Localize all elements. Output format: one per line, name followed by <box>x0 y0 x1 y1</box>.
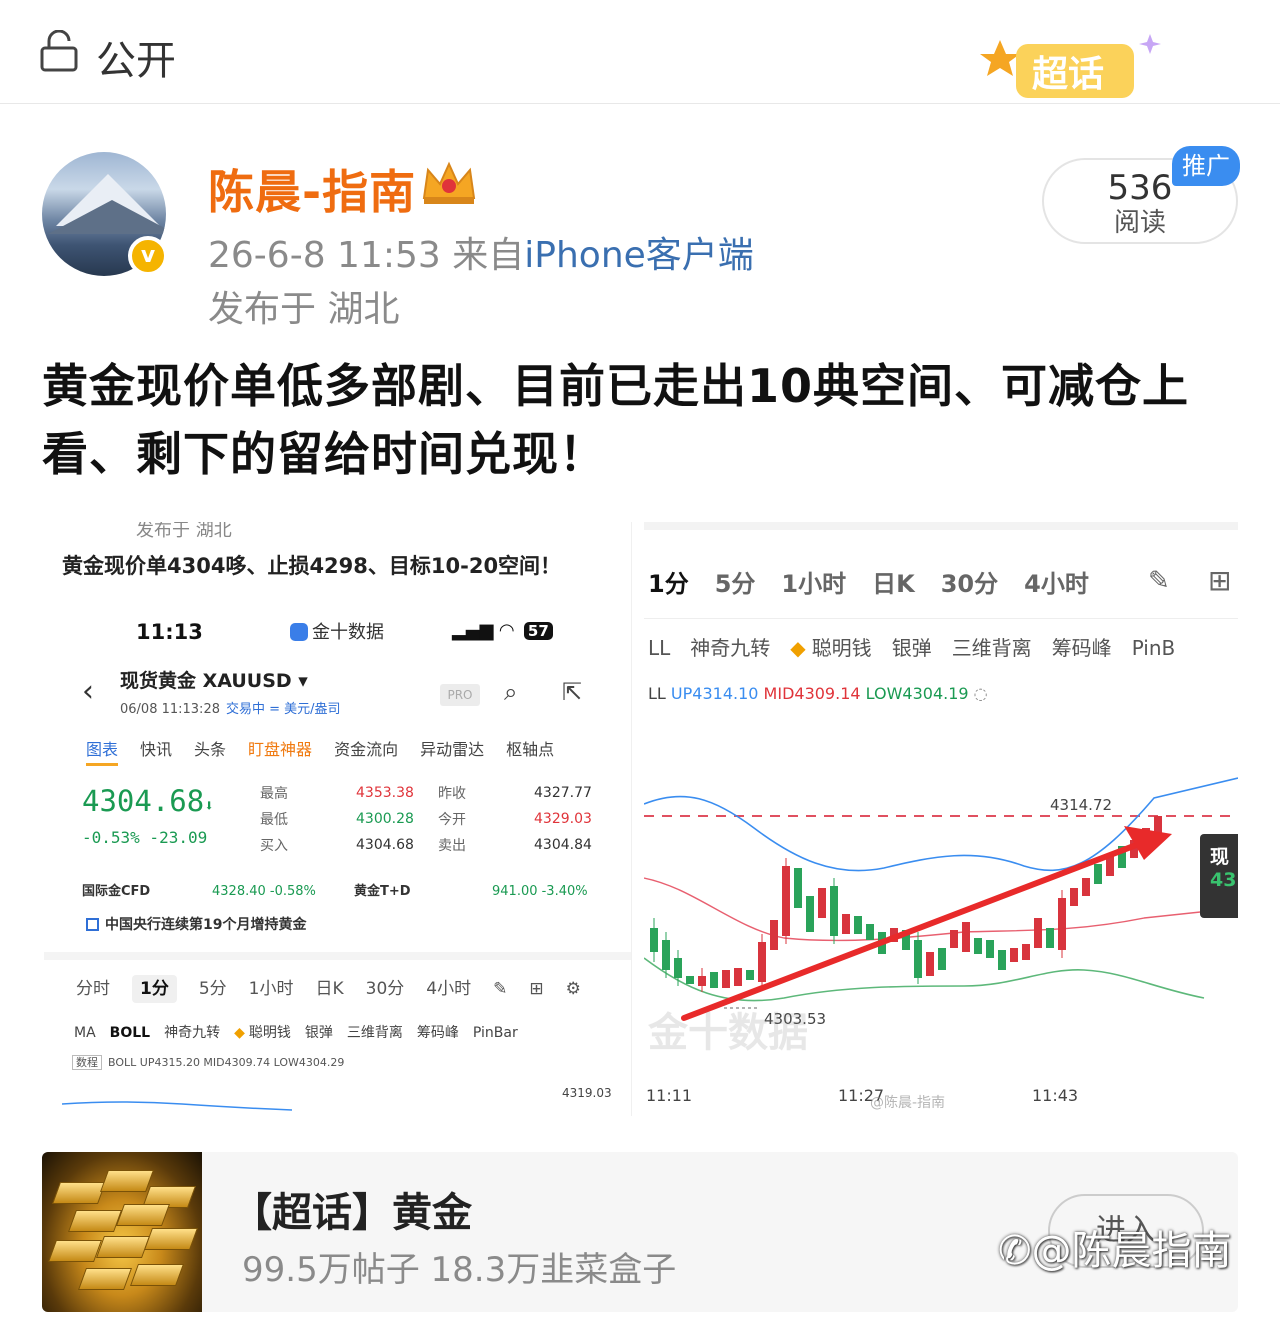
boll-readout: 数程 BOLL UP4315.20 MID4309.74 LOW4304.29 <box>72 1054 344 1070</box>
back-icon: ‹ <box>82 674 94 709</box>
tab-flash: 快讯 <box>140 740 173 759</box>
topic-title: 【超话】黄金 <box>232 1190 472 1236</box>
phone-status: ▂▄▆ ◠ 57 <box>452 620 553 641</box>
crown-icon <box>422 161 476 204</box>
boll-mid-line <box>644 877 1238 942</box>
tab-chart: 图表 <box>86 740 119 766</box>
app-name: 金十数据 <box>290 618 384 644</box>
chart-indicator-tabs: LL 神奇九转 ◆ 聪明钱 银弹 三维背离 筹码峰 PinB <box>648 636 1176 660</box>
trend-arrow-line <box>681 839 1147 1021</box>
indicator-tabs: MA BOLL 神奇九转 ◆ 聪明钱 银弹 三维背离 筹码峰 PinBar <box>74 1025 518 1041</box>
instrument-name: 现货黄金 XAUUSD ▾ <box>120 670 308 692</box>
news-icon <box>86 918 99 931</box>
related-quotes: 国际金CFD 4328.40 -0.58% 黄金T+D 941.00 -3.40% <box>82 884 588 899</box>
candles <box>650 816 1162 992</box>
cut-off-text: 发布于 湖北 <box>136 522 232 541</box>
topic-thumbnail <box>42 1152 202 1312</box>
tab-headline: 头条 <box>194 740 227 759</box>
quote-tabs: 图表 快讯 头条 盯盘神器 资金流向 异动雷达 枢轴点 <box>86 736 576 766</box>
divider <box>644 618 1238 619</box>
post-source-link[interactable]: iPhone客户端 <box>524 235 754 276</box>
super-topic-badge[interactable]: 超话 <box>980 30 1170 114</box>
period-tabs: 分时 1分 5分 1小时 日K 30分 4小时 ✎ ⊞ ⚙ <box>76 974 603 1003</box>
phone-clock: 11:13 <box>136 620 203 644</box>
news-headline: 中国央行连续第19个月增持黄金 <box>86 914 306 934</box>
app-icon <box>290 623 308 641</box>
lock-icon[interactable] <box>38 30 80 72</box>
post-location: 发布于 湖北 <box>208 289 400 330</box>
post-image-2[interactable]: 1分 5分 1小时 日K 30分 4小时 ✎ ⊞ LL 神奇九转 ◆ 聪明钱 银弹 三维背离 筹码峰 P… <box>644 522 1238 1116</box>
embedded-post-title: 黄金现价单4304哆、止损4298、目标10-20空间！ <box>62 554 562 578</box>
badge-text: 超话 <box>1032 54 1104 95</box>
avatar-mountain-base <box>48 200 166 234</box>
post-image-1[interactable]: 发布于 湖北 黄金现价单4304哆、止损4298、目标10-20空间！ 11:1… <box>44 522 632 1116</box>
boll-line-preview <box>62 1101 292 1111</box>
search-icon: ⌕ <box>504 678 518 706</box>
settings-icon: ⚙ <box>565 979 581 999</box>
top-bar: 公开 超话 <box>0 0 1280 104</box>
draw-tool-icon: ✎ <box>1148 566 1170 596</box>
image-watermark: @陈晨-指南 <box>870 1095 946 1111</box>
post-from: 来自 <box>452 235 525 276</box>
draw-tool-icon: ✎ <box>493 979 508 999</box>
username[interactable]: 陈晨-指南 <box>208 156 416 222</box>
share-icon: ⇱ <box>562 678 583 706</box>
grid-row: 最低 4300.28 今开 4329.03 <box>260 811 592 828</box>
tab-pivot: 枢轴点 <box>506 740 555 759</box>
axis-value: 4319.03 <box>562 1086 612 1100</box>
privacy-label[interactable]: 公开 <box>96 28 176 86</box>
post-time: 26-6-8 11:53 <box>208 235 441 276</box>
grid-row: 买入 4304.68 卖出 4304.84 <box>260 837 592 854</box>
current-price-tag: 现 43 <box>1200 834 1238 918</box>
promote-badge[interactable]: 推广 <box>1172 146 1240 186</box>
quote-datetime: 06/08 11:13:28 交易中 = 美元/盎司 <box>120 702 341 717</box>
boll-values: LL UP4314.10 MID4309.14 LOW4304.19 ◌ <box>648 684 988 703</box>
post-meta: 26-6-8 11:53 来自iPhone客户端 <box>208 226 754 278</box>
weibo-watermark: ✆@陈晨指南 <box>998 1228 1232 1274</box>
chart-period-tabs: 1分 5分 1小时 日K 30分 4小时 <box>648 570 1089 598</box>
read-label: 阅读 <box>1113 208 1166 238</box>
quote-grid: 最高 4353.38 昨收 4327.77 最低 4300.28 今开 4329… <box>260 780 592 858</box>
topic-stats: 99.5万帖子 18.3万韭菜盒子 <box>242 1250 677 1290</box>
divider <box>44 952 631 960</box>
price-change: -0.53% -23.09 <box>82 828 208 847</box>
layout-icon: ⊞ <box>1208 564 1232 597</box>
high-price-label: 4314.72 <box>1050 796 1113 814</box>
current-price: 4304.68⬇ <box>82 784 214 818</box>
boll-upper-line <box>644 777 1238 872</box>
pro-badge: PRO <box>440 684 480 706</box>
grid-row: 最高 4353.38 昨收 4327.77 <box>260 785 592 802</box>
layout-icon: ⊞ <box>529 979 544 999</box>
verified-badge-icon: v <box>128 236 168 276</box>
post-text: 黄金现价单低多部剧、目前已走出10典空间、可减仓上看、剩下的留给时间兑现！ <box>42 359 1190 481</box>
chart-watermark: 金十数据 <box>648 1010 808 1056</box>
tab-watch: 盯盘神器 <box>248 740 313 759</box>
tab-flow: 资金流向 <box>334 740 399 759</box>
battery-icon: 57 <box>523 622 553 640</box>
tab-radar: 异动雷达 <box>420 740 485 759</box>
